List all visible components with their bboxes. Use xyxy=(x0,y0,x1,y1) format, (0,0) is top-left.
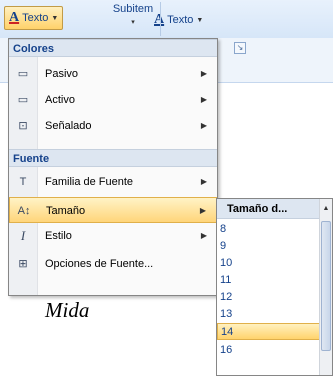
ribbon: A Texto ▼ Subitem ▾ A Texto ▼ xyxy=(0,0,333,39)
submenu-scrollbar[interactable]: ▲ xyxy=(319,199,332,375)
font-color-a-icon: A xyxy=(9,10,20,25)
section-header-colores: Colores xyxy=(9,39,217,57)
menu-item-senalado[interactable]: ⊡ Señalado ▶ xyxy=(9,113,217,139)
text-style-dropdown-button[interactable]: A Texto ▼ xyxy=(150,10,207,30)
size-item-14-selected[interactable]: 14 xyxy=(217,323,321,340)
menu-item-label: Activo xyxy=(45,94,75,106)
dialog-launcher-icon[interactable]: ↘ xyxy=(234,42,246,54)
passive-style-icon: ▭ xyxy=(17,68,29,80)
menu-item-label: Opciones de Fuente... xyxy=(45,258,154,270)
menu-item-estilo[interactable]: I Estilo ▶ xyxy=(9,223,217,249)
menu-item-label: Tamaño xyxy=(46,205,86,217)
size-item-16[interactable]: 16 xyxy=(217,342,321,359)
chevron-down-icon: ▼ xyxy=(51,14,59,22)
submenu-arrow-icon: ▶ xyxy=(200,69,207,78)
submenu-header: Tamaño d... xyxy=(217,199,321,219)
menu-item-label: Pasivo xyxy=(45,68,79,80)
size-item-12[interactable]: 12 xyxy=(217,289,321,306)
scroll-thumb[interactable] xyxy=(321,221,331,351)
section-header-fuente: Fuente xyxy=(9,149,217,167)
menu-item-label: Señalado xyxy=(45,120,92,132)
menu-item-pasivo[interactable]: ▭ Pasivo ▶ xyxy=(9,61,217,87)
submenu-arrow-icon: ▶ xyxy=(199,206,206,215)
menu-item-familia-de-fuente[interactable]: T Familia de Fuente ▶ xyxy=(9,169,217,195)
menu-item-tamano[interactable]: A↕ Tamaño ▶ xyxy=(9,197,217,223)
size-item-10[interactable]: 10 xyxy=(217,255,321,272)
text-style-label: Texto xyxy=(167,14,194,26)
font-family-icon: T xyxy=(19,176,27,188)
highlighted-style-icon: ⊡ xyxy=(18,120,28,132)
menu-item-opciones-de-fuente[interactable]: ⊞ Opciones de Fuente... xyxy=(9,251,217,277)
submenu-arrow-icon: ▶ xyxy=(200,95,207,104)
submenu-arrow-icon: ▶ xyxy=(200,231,207,240)
text-color-dropdown-button[interactable]: A Texto ▼ xyxy=(4,6,64,30)
font-size-submenu: Tamaño d... 8 9 10 11 12 13 14 16 ▲ xyxy=(216,198,333,376)
font-options-icon: ⊞ xyxy=(18,258,28,270)
text-color-label: Texto xyxy=(22,12,49,24)
text-dropdown-menu: Colores ▭ Pasivo ▶ ▭ Activo ▶ ⊡ Señalado… xyxy=(8,38,218,296)
size-item-13[interactable]: 13 xyxy=(217,306,321,323)
active-style-icon: ▭ xyxy=(17,94,29,106)
menu-item-label: Familia de Fuente xyxy=(45,176,134,188)
submenu-arrow-icon: ▶ xyxy=(200,177,207,186)
size-item-11[interactable]: 11 xyxy=(217,272,321,289)
size-item-8[interactable]: 8 xyxy=(217,221,321,238)
ribbon-separator xyxy=(160,2,161,36)
font-size-icon: A↕ xyxy=(17,205,31,217)
chevron-down-icon: ▼ xyxy=(196,16,204,24)
scroll-up-arrow-icon[interactable]: ▲ xyxy=(320,199,332,219)
menu-item-activo[interactable]: ▭ Activo ▶ xyxy=(9,87,217,113)
size-item-9[interactable]: 9 xyxy=(217,238,321,255)
menu-item-label: Estilo xyxy=(45,230,72,242)
italic-style-icon: I xyxy=(20,228,26,243)
caption-text: Mida xyxy=(45,298,90,322)
submenu-arrow-icon: ▶ xyxy=(200,121,207,130)
